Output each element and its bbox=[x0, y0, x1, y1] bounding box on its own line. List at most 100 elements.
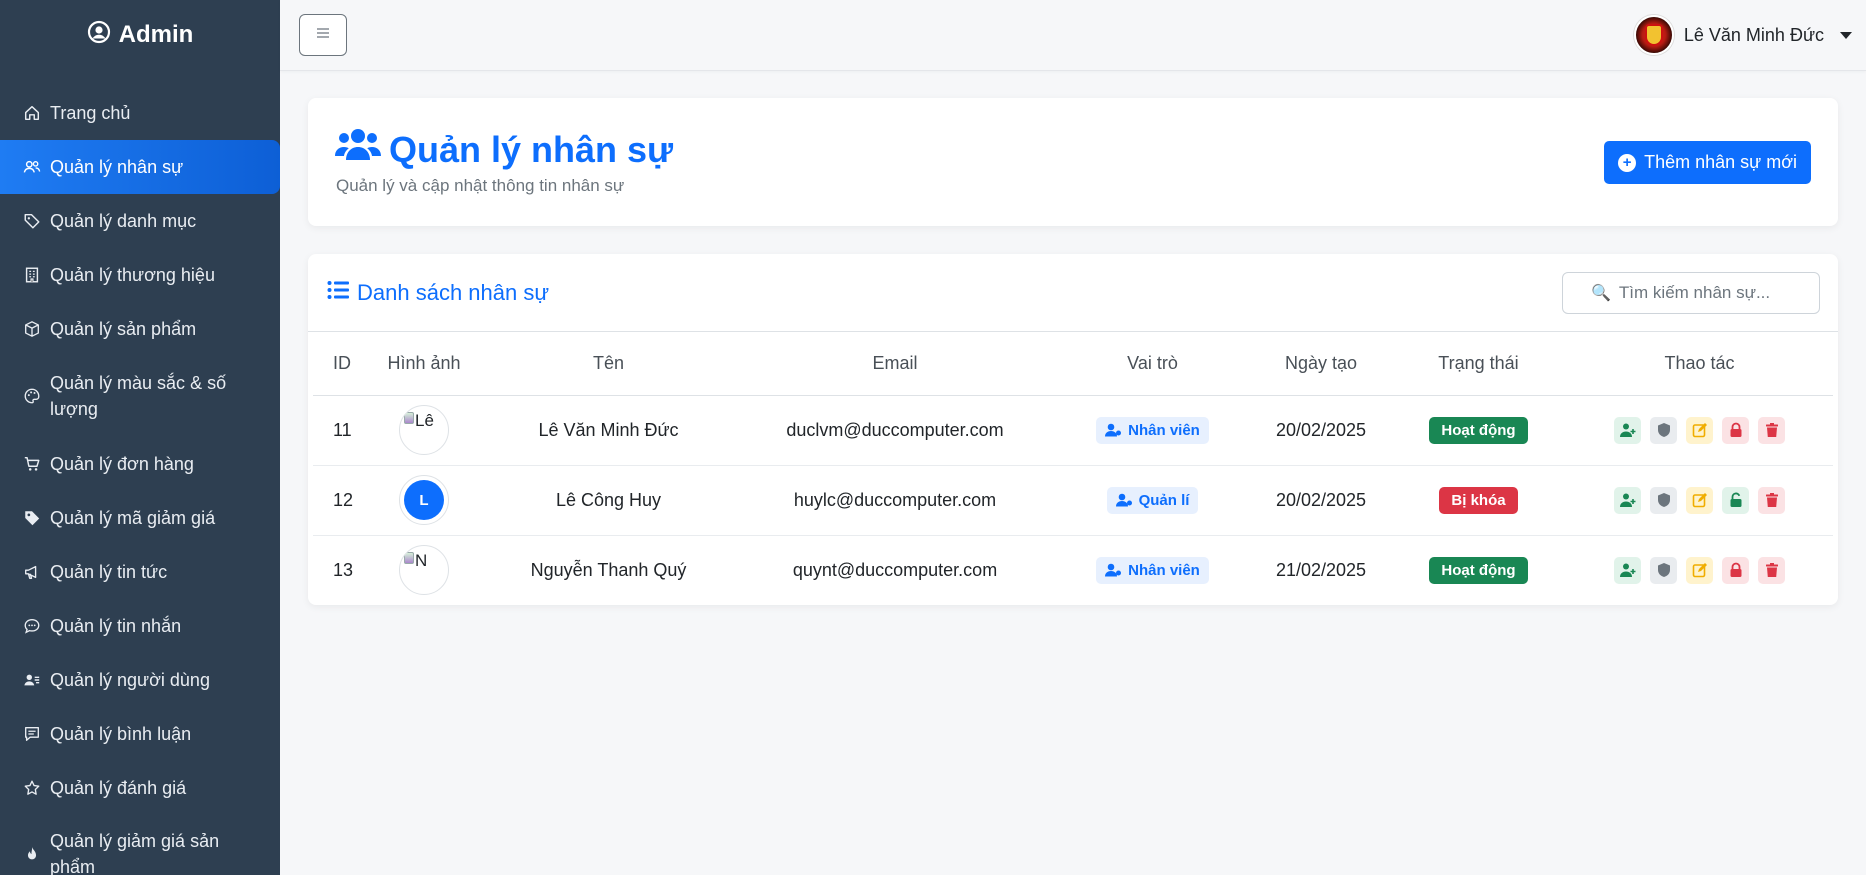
edit-icon bbox=[1692, 493, 1707, 508]
row-actions bbox=[1566, 486, 1833, 514]
table-row: 12 L Lê Công Huy huylc@duccomputer.com Q… bbox=[313, 465, 1833, 536]
avatar: N bbox=[399, 545, 449, 596]
delete-button[interactable] bbox=[1758, 486, 1785, 514]
hamburger-icon bbox=[316, 26, 330, 44]
permissions-button[interactable] bbox=[1650, 416, 1677, 444]
sidebar-item-product-discounts[interactable]: Quản lý giảm giá sản phẩm bbox=[0, 818, 280, 875]
broken-image-icon bbox=[404, 552, 414, 565]
sidebar-item-colors[interactable]: Quản lý màu sắc & số lượng bbox=[0, 360, 280, 432]
assign-role-button[interactable] bbox=[1614, 416, 1641, 444]
trash-icon bbox=[1765, 563, 1778, 578]
cell-name: Lê Văn Minh Đức bbox=[481, 395, 736, 466]
column-header-image: Hình ảnh bbox=[367, 332, 481, 396]
sidebar-item-comments[interactable]: Quản lý bình luận bbox=[0, 707, 280, 761]
table-header-row: ID Hình ảnh Tên Email Vai trò Ngày tạo T… bbox=[313, 332, 1833, 396]
list-header: Danh sách nhân sự 🔍 bbox=[308, 254, 1838, 332]
delete-button[interactable] bbox=[1758, 416, 1785, 444]
list-title: Danh sách nhân sự bbox=[327, 280, 549, 306]
edit-button[interactable] bbox=[1686, 416, 1713, 444]
sidebar-item-label: Quản lý đơn hàng bbox=[50, 454, 194, 474]
sidebar-item-messages[interactable]: Quản lý tin nhắn bbox=[0, 599, 280, 653]
sidebar-item-label: Quản lý đánh giá bbox=[50, 778, 187, 798]
sidebar-item-news[interactable]: Quản lý tin tức bbox=[0, 545, 280, 599]
brand[interactable]: Admin bbox=[0, 0, 280, 70]
avatar-letter: L bbox=[404, 480, 444, 520]
sidebar-item-coupons[interactable]: Quản lý mã giảm giá bbox=[0, 491, 280, 545]
sidebar-item-label: Quản lý giảm giá sản phẩm bbox=[50, 831, 220, 875]
sidebar-item-label: Quản lý mã giảm giá bbox=[50, 508, 216, 528]
avatar: L bbox=[399, 475, 449, 525]
row-actions bbox=[1566, 416, 1833, 444]
cell-id: 13 bbox=[333, 559, 354, 580]
cell-name: Lê Công Huy bbox=[481, 465, 736, 536]
add-staff-label: Thêm nhân sự mới bbox=[1644, 152, 1797, 172]
sidebar-item-users[interactable]: Quản lý người dùng bbox=[0, 653, 280, 707]
sidebar-item-label: Quản lý nhân sự bbox=[50, 157, 184, 177]
unlock-button[interactable] bbox=[1722, 486, 1749, 514]
user-id-icon bbox=[22, 670, 42, 690]
lock-button[interactable] bbox=[1722, 416, 1749, 444]
sidebar-item-label: Quản lý bình luận bbox=[50, 724, 192, 744]
sidebar-item-home[interactable]: Trang chủ bbox=[0, 86, 280, 140]
cell-email: quynt@duccomputer.com bbox=[792, 559, 998, 580]
permissions-button[interactable] bbox=[1650, 486, 1677, 514]
user-circle-icon bbox=[87, 20, 111, 51]
cart-icon bbox=[22, 454, 42, 474]
shield-icon bbox=[1657, 423, 1670, 437]
page-header-card: Quản lý nhân sự Quản lý và cập nhật thôn… bbox=[308, 98, 1838, 226]
caret-down-icon bbox=[1840, 31, 1852, 39]
avatar: Lê bbox=[399, 405, 449, 455]
table-row: 11 Lê Lê Văn Minh Đức duclvm@duccomputer… bbox=[313, 395, 1833, 466]
sidebar-item-label: Quản lý màu sắc & số lượng bbox=[50, 373, 227, 419]
trash-icon bbox=[1765, 493, 1778, 507]
user-plus-icon bbox=[1619, 563, 1635, 578]
palette-icon bbox=[22, 386, 42, 406]
lock-button[interactable] bbox=[1722, 556, 1749, 584]
column-header-status: Trạng thái bbox=[1391, 332, 1566, 396]
fire-icon bbox=[22, 844, 42, 864]
user-name: Lê Văn Minh Đức bbox=[1683, 24, 1824, 45]
edit-button[interactable] bbox=[1686, 486, 1713, 514]
sidebar-item-orders[interactable]: Quản lý đơn hàng bbox=[0, 437, 280, 491]
search-icon: 🔍 bbox=[1591, 285, 1611, 302]
assign-role-button[interactable] bbox=[1614, 556, 1641, 584]
edit-button[interactable] bbox=[1686, 556, 1713, 584]
comment-icon bbox=[22, 724, 42, 744]
sidebar-item-label: Quản lý thương hiệu bbox=[50, 265, 215, 285]
permissions-button[interactable] bbox=[1650, 556, 1677, 584]
sidebar-item-label: Quản lý tin tức bbox=[50, 562, 168, 582]
user-plus-icon bbox=[1619, 423, 1635, 437]
edit-icon bbox=[1692, 423, 1707, 438]
shield-icon bbox=[1657, 563, 1670, 578]
role-label: Nhân viên bbox=[1128, 561, 1200, 579]
sidebar-toggle-button[interactable] bbox=[299, 14, 347, 56]
sidebar-item-reviews[interactable]: Quản lý đánh giá bbox=[0, 761, 280, 815]
sidebar-item-products[interactable]: Quản lý sản phẩm bbox=[0, 302, 280, 356]
sidebar-item-label: Quản lý người dùng bbox=[50, 670, 210, 690]
tag-icon bbox=[22, 508, 42, 528]
assign-role-button[interactable] bbox=[1614, 486, 1641, 514]
column-header-role: Vai trò bbox=[1054, 332, 1251, 396]
role-badge: Nhân viên bbox=[1096, 416, 1209, 444]
building-icon bbox=[22, 265, 42, 285]
search-input[interactable] bbox=[1618, 283, 1799, 303]
sidebar-item-brands[interactable]: Quản lý thương hiệu bbox=[0, 248, 280, 302]
sidebar-item-label: Quản lý tin nhắn bbox=[50, 616, 182, 636]
delete-button[interactable] bbox=[1758, 556, 1785, 584]
cell-id: 11 bbox=[313, 395, 367, 466]
page-title-text: Quản lý nhân sự bbox=[389, 128, 674, 170]
sidebar-item-staff[interactable]: Quản lý nhân sự bbox=[0, 140, 280, 194]
edit-icon bbox=[1692, 563, 1707, 578]
list-title-text: Danh sách nhân sự bbox=[357, 280, 550, 305]
table-row: 13 N Nguyễn Thanh Quý quynt@duccomputer.… bbox=[313, 535, 1833, 605]
star-icon bbox=[22, 778, 42, 798]
sidebar: Admin Trang chủ Quản lý nhân sự Quản lý … bbox=[0, 0, 280, 875]
home-icon bbox=[22, 103, 42, 123]
cell-email: huylc@duccomputer.com bbox=[736, 465, 1054, 536]
sidebar-item-categories[interactable]: Quản lý danh mục bbox=[0, 194, 280, 248]
users-icon bbox=[335, 126, 381, 173]
add-staff-button[interactable]: + Thêm nhân sự mới bbox=[1604, 141, 1811, 184]
role-badge: Nhân viên bbox=[1096, 556, 1209, 584]
avatar-alt-text: Lê bbox=[415, 411, 434, 430]
user-menu[interactable]: Lê Văn Minh Đức bbox=[1633, 15, 1852, 55]
